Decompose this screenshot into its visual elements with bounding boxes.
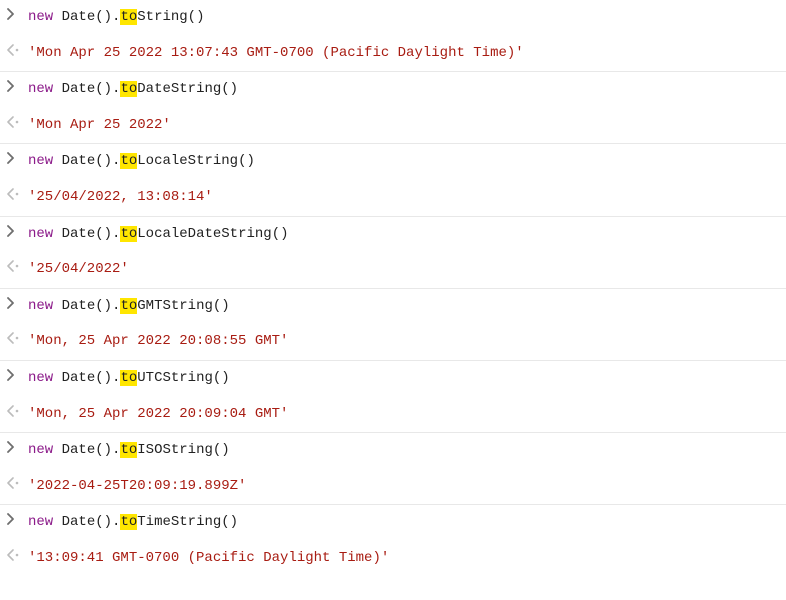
console-log: new Date().toString() 'Mon Apr 25 2022 1… [0, 0, 786, 577]
input-prompt-icon [6, 8, 24, 20]
input-prompt-icon [6, 441, 24, 453]
input-prompt-icon [6, 369, 24, 381]
console-input-row[interactable]: new Date().toTimeString() [0, 504, 786, 541]
console-input-row[interactable]: new Date().toLocaleDateString() [0, 216, 786, 253]
console-output-value: 'Mon, 25 Apr 2022 20:08:55 GMT' [28, 332, 288, 352]
console-output-value: '25/04/2022, 13:08:14' [28, 188, 213, 208]
console-input-code: new Date().toString() [28, 8, 204, 28]
output-prompt-icon [6, 260, 24, 272]
console-output-row: '2022-04-25T20:09:19.899Z' [0, 469, 786, 505]
console-output-row: '25/04/2022, 13:08:14' [0, 180, 786, 216]
console-output-row: 'Mon, 25 Apr 2022 20:08:55 GMT' [0, 324, 786, 360]
console-output-row: '25/04/2022' [0, 252, 786, 288]
console-input-code: new Date().toLocaleString() [28, 152, 255, 172]
console-output-value: 'Mon Apr 25 2022 13:07:43 GMT-0700 (Paci… [28, 44, 524, 64]
output-prompt-icon [6, 405, 24, 417]
console-input-code: new Date().toTimeString() [28, 513, 238, 533]
output-prompt-icon [6, 188, 24, 200]
console-input-row[interactable]: new Date().toString() [0, 0, 786, 36]
console-input-code: new Date().toGMTString() [28, 297, 230, 317]
console-input-code: new Date().toUTCString() [28, 369, 230, 389]
console-input-row[interactable]: new Date().toLocaleString() [0, 143, 786, 180]
console-output-value: 'Mon, 25 Apr 2022 20:09:04 GMT' [28, 405, 288, 425]
console-input-row[interactable]: new Date().toISOString() [0, 432, 786, 469]
console-input-row[interactable]: new Date().toGMTString() [0, 288, 786, 325]
output-prompt-icon [6, 477, 24, 489]
console-output-value: '13:09:41 GMT-0700 (Pacific Daylight Tim… [28, 549, 389, 569]
console-input-row[interactable]: new Date().toUTCString() [0, 360, 786, 397]
console-input-code: new Date().toDateString() [28, 80, 238, 100]
input-prompt-icon [6, 513, 24, 525]
output-prompt-icon [6, 332, 24, 344]
input-prompt-icon [6, 225, 24, 237]
console-output-row: '13:09:41 GMT-0700 (Pacific Daylight Tim… [0, 541, 786, 577]
console-input-code: new Date().toLocaleDateString() [28, 225, 289, 245]
input-prompt-icon [6, 80, 24, 92]
console-output-row: 'Mon, 25 Apr 2022 20:09:04 GMT' [0, 397, 786, 433]
output-prompt-icon [6, 549, 24, 561]
console-input-row[interactable]: new Date().toDateString() [0, 71, 786, 108]
console-output-row: 'Mon Apr 25 2022' [0, 108, 786, 144]
input-prompt-icon [6, 152, 24, 164]
console-output-value: '2022-04-25T20:09:19.899Z' [28, 477, 246, 497]
console-output-value: '25/04/2022' [28, 260, 129, 280]
console-output-row: 'Mon Apr 25 2022 13:07:43 GMT-0700 (Paci… [0, 36, 786, 72]
console-input-code: new Date().toISOString() [28, 441, 230, 461]
output-prompt-icon [6, 116, 24, 128]
console-output-value: 'Mon Apr 25 2022' [28, 116, 171, 136]
output-prompt-icon [6, 44, 24, 56]
input-prompt-icon [6, 297, 24, 309]
